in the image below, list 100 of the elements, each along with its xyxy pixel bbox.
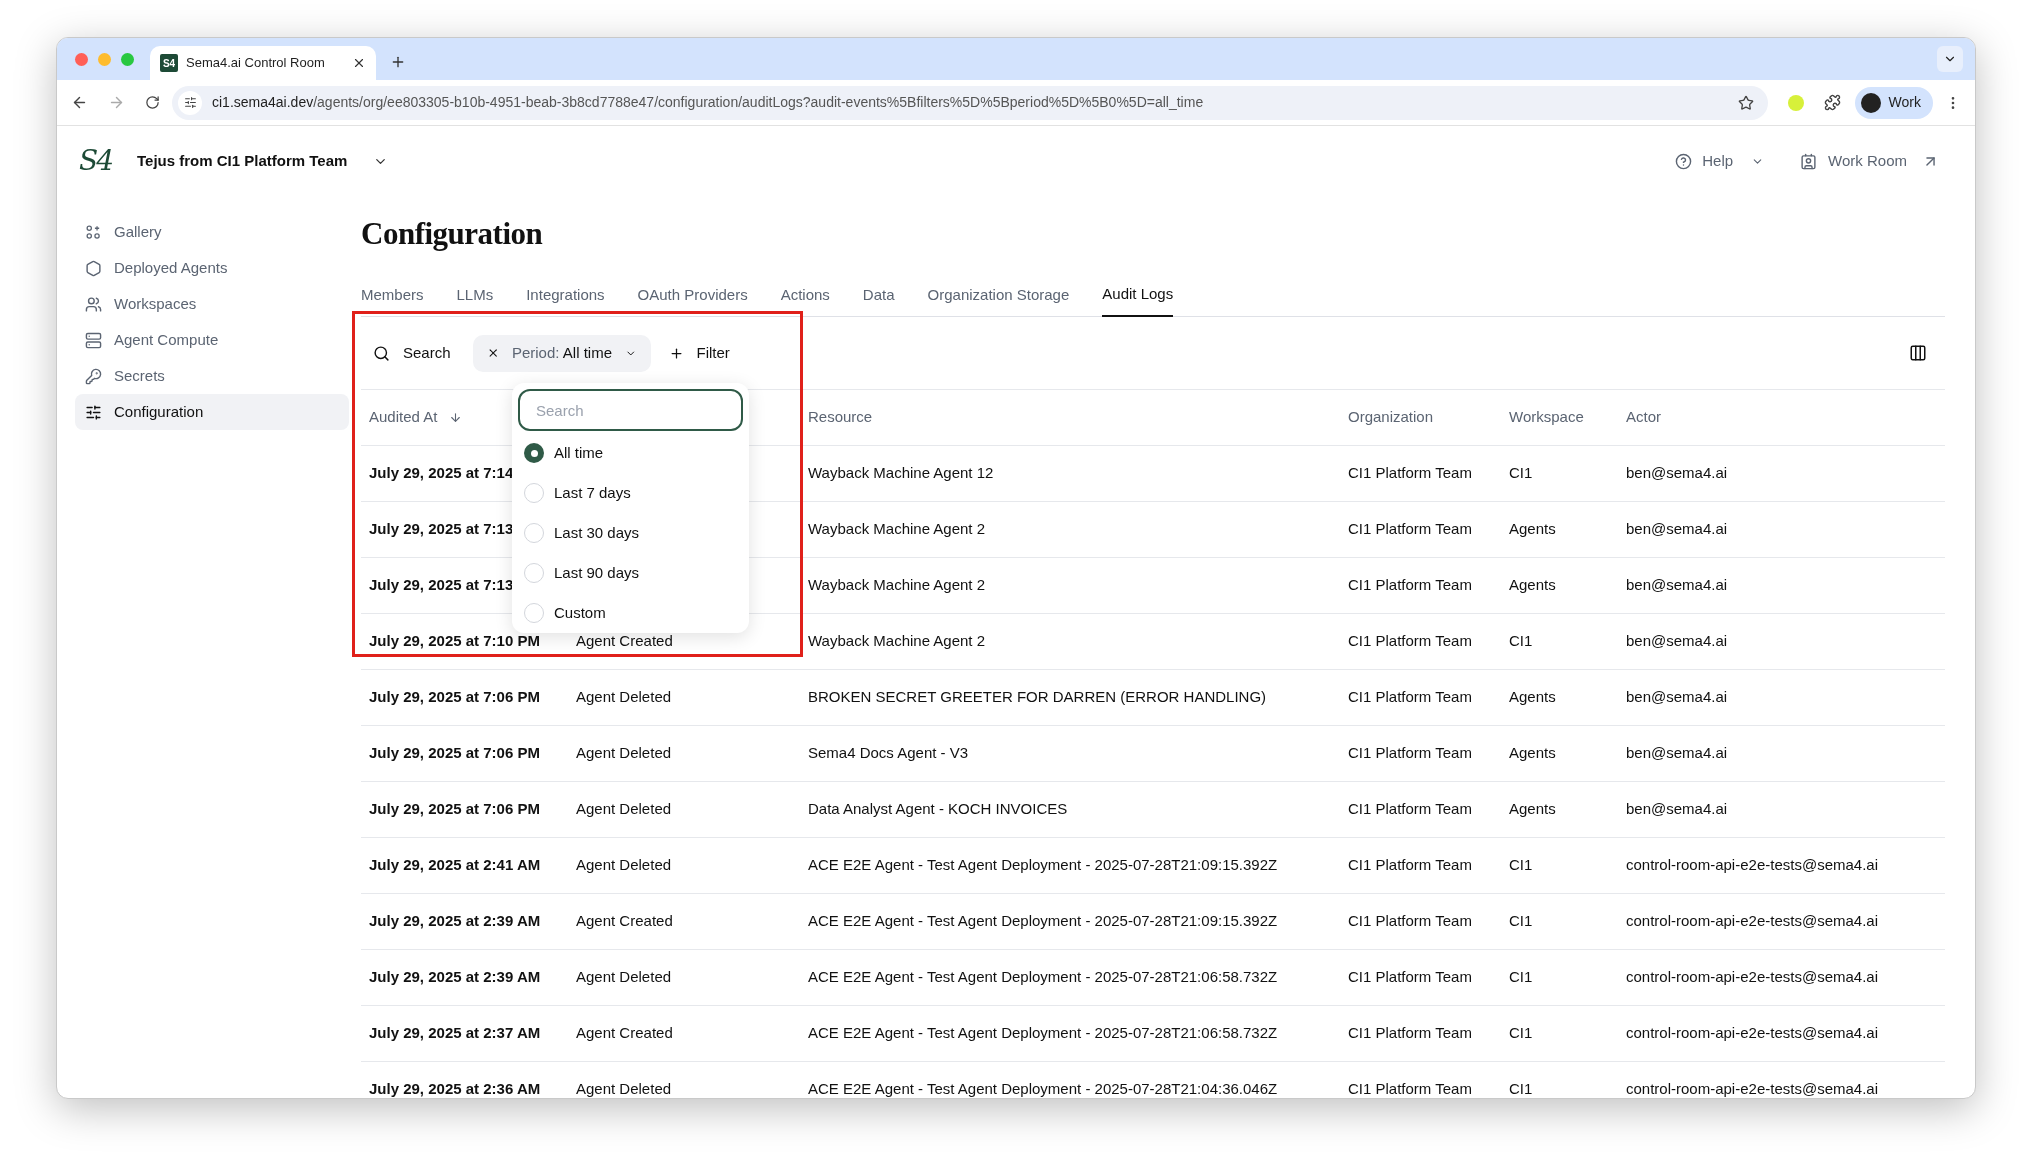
column-header[interactable]: Organization [1348, 408, 1434, 426]
table-cell: Agents [1509, 688, 1556, 706]
logo: S4 [79, 143, 113, 179]
table-cell: ben@sema4.ai [1626, 800, 1728, 818]
tab[interactable]: LLMs [456, 273, 494, 317]
period-option[interactable]: Custom [518, 593, 743, 633]
table-cell: control-room-api-e2e-tests@sema4.ai [1626, 1024, 1878, 1042]
table-cell: July 29, 2025 at 2:36 AM [369, 1080, 541, 1098]
table-cell: Agents [1509, 576, 1556, 594]
table-cell: CI1 [1509, 1024, 1533, 1042]
avatar [1860, 92, 1881, 113]
table-cell: ACE E2E Agent - Test Agent Deployment - 2025-07-28T21:09:15.392Z [808, 912, 1278, 930]
table-cell: control-room-api-e2e-tests@sema4.ai [1626, 1080, 1878, 1098]
help-button[interactable]: Help [1675, 149, 1765, 173]
extensions-puzzle-icon[interactable] [1823, 94, 1841, 111]
table-cell: Agents [1509, 744, 1556, 762]
sidebar-item[interactable]: Secrets [75, 358, 349, 394]
sidebar-icon [85, 295, 102, 313]
table-cell: CI1 [1509, 464, 1533, 482]
table-cell: Agent Deleted [576, 744, 672, 762]
url-text: ci1.sema4ai.dev/agents/org/ee803305-b10b-4951-beab-3b8cd7788e47/configuration/auditLogs?audit-events%5Bfilters%5D%5Bperiod%5D%5B0%5D=all_time [212, 93, 1205, 112]
table-cell: Agent Deleted [576, 968, 672, 986]
table-cell: CI1 Platform Team [1348, 1024, 1472, 1042]
tab[interactable]: Data [862, 273, 895, 317]
table-cell: CI1 Platform Team [1348, 520, 1472, 538]
table-cell: Agent Created [576, 912, 673, 930]
table-cell: ACE E2E Agent - Test Agent Deployment - 2025-07-28T21:06:58.732Z [808, 968, 1278, 986]
column-header[interactable]: Resource [808, 408, 873, 426]
site-settings-icon[interactable] [178, 90, 202, 115]
work-room-link[interactable]: Work Room [1800, 149, 1939, 173]
profile-button[interactable]: Work [1854, 86, 1933, 119]
table-cell: CI1 Platform Team [1348, 856, 1472, 874]
period-option[interactable]: Last 7 days [518, 473, 743, 513]
radio-button[interactable] [524, 483, 544, 503]
table-cell: BROKEN SECRET GREETER FOR DARREN (ERROR HANDLING) [808, 688, 1267, 706]
columns-icon[interactable] [1909, 344, 1927, 362]
table-cell: Agents [1509, 520, 1556, 538]
tab[interactable]: Members [361, 273, 424, 317]
reload-icon[interactable] [145, 95, 160, 110]
tab-title: Sema4.ai Control Room [186, 54, 326, 73]
table-cell: Agent Deleted [576, 688, 672, 706]
table-cell: CI1 Platform Team [1348, 464, 1472, 482]
tab[interactable]: Actions [780, 273, 830, 317]
bookmark-star-icon[interactable] [1737, 94, 1754, 111]
table-cell: ACE E2E Agent - Test Agent Deployment - 2025-07-28T21:09:15.392Z [808, 856, 1278, 874]
sidebar-item[interactable]: Agent Compute [75, 322, 349, 358]
sort-descending-icon[interactable] [449, 411, 463, 424]
radio-button[interactable] [524, 563, 544, 583]
period-option[interactable]: All time [518, 433, 743, 473]
page-title: Configuration [361, 215, 544, 253]
sidebar-item[interactable]: Workspaces [75, 286, 349, 322]
table-cell: Wayback Machine Agent 2 [808, 576, 986, 594]
table-cell: Agent Deleted [576, 1080, 672, 1098]
search-button[interactable]: Search [373, 341, 451, 365]
add-filter-button[interactable]: Filter [668, 341, 730, 365]
tab[interactable]: OAuth Providers [637, 273, 748, 317]
table-cell: CI1 [1509, 856, 1533, 874]
table-cell: July 29, 2025 at 7:13 [369, 576, 514, 594]
period-filter-chip[interactable]: Period: All time [472, 334, 651, 372]
table-cell: CI1 [1509, 912, 1533, 930]
sidebar-item[interactable]: Deployed Agents [75, 250, 349, 286]
column-header[interactable]: Audited At [369, 406, 438, 429]
sidebar-item[interactable]: Gallery [75, 214, 349, 250]
table-cell: ben@sema4.ai [1626, 520, 1728, 538]
table-cell: Data Analyst Agent - KOCH INVOICES [808, 800, 1068, 818]
radio-button[interactable] [524, 603, 544, 623]
table-cell: CI1 [1509, 632, 1533, 650]
close-tab-icon[interactable] [352, 56, 366, 70]
address-bar[interactable]: ci1.sema4ai.dev/agents/org/ee803305-b10b-4951-beab-3b8cd7788e47/configuration/auditLogs?audit-events%5Bfilters%5D%5Bperiod%5D%5B0%5D=all_time [172, 85, 1768, 120]
table-cell: ACE E2E Agent - Test Agent Deployment - 2025-07-28T21:04:36.046Z [808, 1080, 1278, 1098]
table-cell: Agents [1509, 800, 1556, 818]
column-header[interactable]: Workspace [1509, 408, 1584, 426]
sidebar-icon [85, 259, 102, 277]
tab[interactable]: Audit Logs [1102, 273, 1174, 317]
table-cell: CI1 Platform Team [1348, 576, 1472, 594]
table-cell: CI1 Platform Team [1348, 1080, 1472, 1098]
sidebar-item[interactable]: Configuration [75, 394, 349, 430]
column-header[interactable]: Actor [1626, 408, 1661, 426]
period-option[interactable]: Last 90 days [518, 553, 743, 593]
table-cell: ben@sema4.ai [1626, 464, 1728, 482]
tab[interactable]: Organization Storage [927, 273, 1070, 317]
new-tab-icon[interactable] [390, 54, 406, 70]
table-cell: Agent Deleted [576, 856, 672, 874]
search-icon [373, 344, 390, 362]
table-cell: ben@sema4.ai [1626, 632, 1728, 650]
table-cell: Wayback Machine Agent 12 [808, 464, 994, 482]
radio-button[interactable] [524, 443, 544, 463]
menu-search-field[interactable]: Search [518, 389, 743, 431]
sidebar-icon [85, 331, 102, 349]
tab[interactable]: Integrations [526, 273, 605, 317]
table-cell: ben@sema4.ai [1626, 744, 1728, 762]
browser-tab[interactable]: S4 Sema4.ai Control Room [150, 46, 376, 80]
table-cell: July 29, 2025 at 7:14 [369, 464, 514, 482]
sidebar-icon [85, 403, 102, 421]
table-cell: July 29, 2025 at 7:06 PM [369, 744, 540, 762]
help-icon [1675, 152, 1693, 170]
table-cell: control-room-api-e2e-tests@sema4.ai [1626, 968, 1878, 986]
back-icon[interactable] [71, 94, 88, 111]
period-option[interactable]: Last 30 days [518, 513, 743, 553]
radio-button[interactable] [524, 523, 544, 543]
